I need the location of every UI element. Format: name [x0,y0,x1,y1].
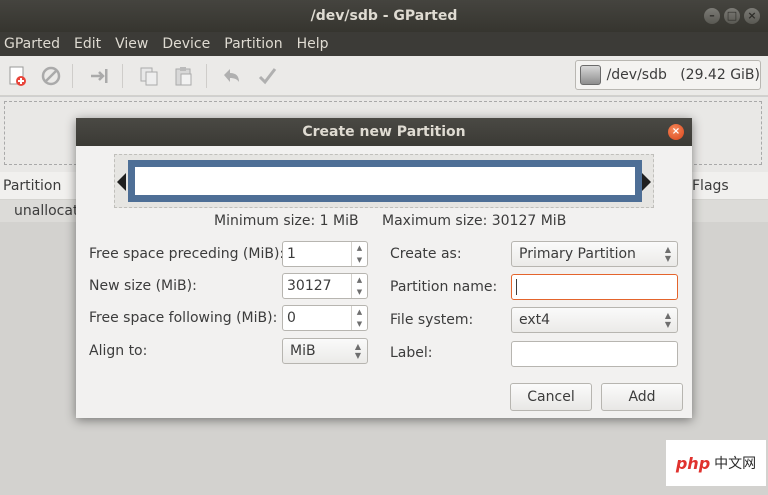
close-window-button[interactable]: × [744,8,760,24]
maximum-size-label: Maximum size: 30127 MiB [382,213,567,229]
delete-icon[interactable] [40,65,62,87]
apply-icon[interactable] [256,65,278,87]
window-title: /dev/sdb - GParted [310,8,458,24]
minimum-size-label: Minimum size: 1 MiB [214,213,359,229]
menu-gparted[interactable]: GParted [0,36,64,52]
text-cursor [516,279,517,295]
cancel-button[interactable]: Cancel [510,383,592,411]
resize-left-handle-icon[interactable] [117,173,126,191]
free-following-spinner[interactable]: 0 ▲ ▼ [282,305,368,331]
align-to-value: MiB [290,343,316,359]
new-partition-icon[interactable] [6,65,28,87]
decrement-icon[interactable]: ▼ [352,286,367,298]
resize-move-icon[interactable] [88,65,110,87]
fs-label-input[interactable] [511,341,678,367]
dialog-title: Create new Partition [302,124,466,140]
partition-name-input[interactable] [511,274,678,300]
minimize-button[interactable]: – [704,8,720,24]
free-preceding-spinner[interactable]: 1 ▲ ▼ [282,241,368,267]
increment-icon[interactable]: ▲ [352,306,367,318]
decrement-icon[interactable]: ▼ [352,318,367,330]
menu-help[interactable]: Help [293,36,333,52]
drive-icon [580,65,601,85]
undo-icon[interactable] [220,65,242,87]
column-flags[interactable]: Flags [692,178,729,194]
partition-name-label: Partition name: [390,279,498,295]
increment-icon[interactable]: ▲ [352,242,367,254]
file-system-select[interactable]: ext4 ▲ ▼ [511,307,678,333]
partition-block[interactable] [128,160,642,202]
add-button[interactable]: Add [601,383,683,411]
create-as-select[interactable]: Primary Partition ▲ ▼ [511,241,678,267]
free-preceding-value[interactable]: 1 [283,242,351,266]
paste-icon[interactable] [172,65,194,87]
fs-label-label: Label: [390,345,433,361]
menubar: GParted Edit View Device Partition Help [0,32,768,56]
free-following-label: Free space following (MiB): [89,310,278,326]
menu-edit[interactable]: Edit [70,36,105,52]
increment-icon[interactable]: ▲ [352,274,367,286]
window-controls: – □ × [704,8,760,24]
chevron-updown-icon: ▲ ▼ [354,342,362,360]
create-as-value: Primary Partition [519,246,636,262]
device-selector[interactable]: /dev/sdb (29.42 GiB) [575,60,761,90]
new-size-label: New size (MiB): [89,278,197,294]
align-to-select[interactable]: MiB ▲ ▼ [282,338,368,364]
new-size-value[interactable]: 30127 [283,274,351,298]
dialog-titlebar: Create new Partition × [76,118,692,146]
file-system-label: File system: [390,312,474,328]
align-to-label: Align to: [89,343,148,359]
maximize-button[interactable]: □ [724,8,740,24]
window-titlebar: /dev/sdb - GParted – □ × [0,0,768,32]
decrement-icon[interactable]: ▼ [352,254,367,266]
device-selector-label: /dev/sdb (29.42 GiB) [606,67,760,83]
close-icon[interactable]: × [668,124,684,140]
create-as-label: Create as: [390,246,462,262]
copy-icon[interactable] [138,65,160,87]
new-size-spinner[interactable]: 30127 ▲ ▼ [282,273,368,299]
resize-right-handle-icon[interactable] [642,173,651,191]
menu-partition[interactable]: Partition [220,36,286,52]
chevron-updown-icon: ▲ ▼ [664,311,672,329]
watermark-text: 中文网 [714,456,757,472]
menu-view[interactable]: View [111,36,152,52]
column-partition[interactable]: Partition [3,178,61,194]
create-partition-dialog: Create new Partition × Minimum size: 1 M… [76,118,692,418]
free-preceding-label: Free space preceding (MiB): [89,246,285,262]
watermark-logo: php [675,453,711,473]
watermark: php 中文网 [666,440,766,486]
free-following-value[interactable]: 0 [283,306,351,330]
menu-device[interactable]: Device [158,36,214,52]
file-system-value: ext4 [519,312,551,328]
partition-size-bar [114,154,654,208]
chevron-updown-icon: ▲ ▼ [664,245,672,263]
